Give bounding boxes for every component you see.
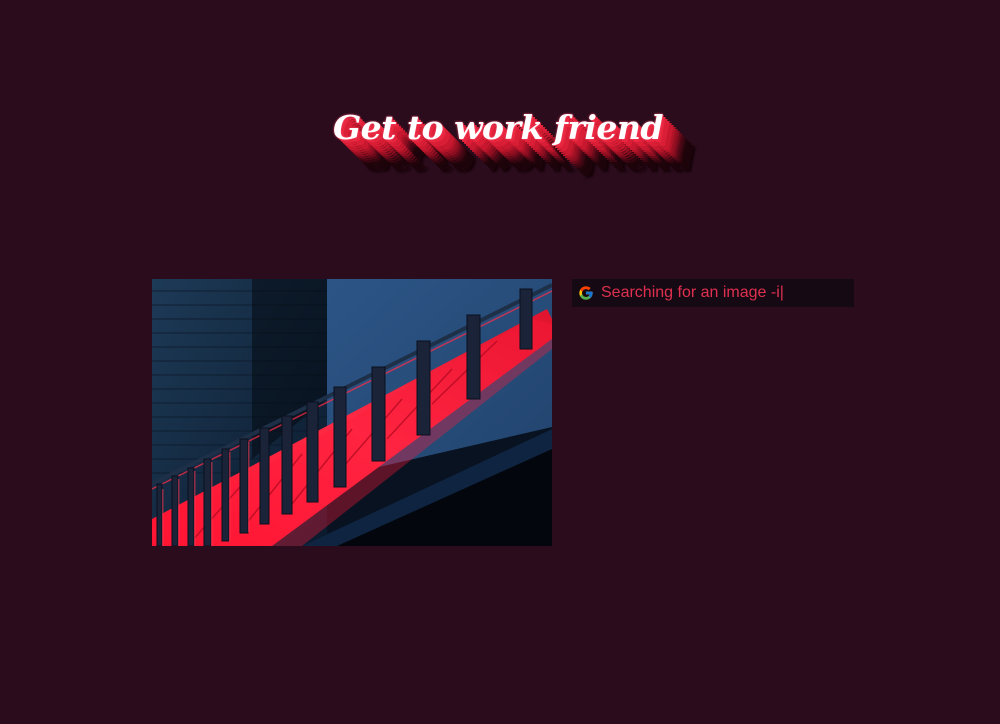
- greeting-title: Get to work friend: [333, 108, 664, 147]
- search-input[interactable]: [601, 282, 841, 304]
- greeting-header: Get to work friend: [333, 108, 693, 208]
- staircase-photo-illustration: [152, 279, 552, 546]
- new-tab-page: Get to work friend: [0, 0, 1000, 724]
- google-search-box[interactable]: [572, 279, 854, 307]
- google-g-icon: [578, 285, 594, 301]
- background-photo: [152, 279, 552, 546]
